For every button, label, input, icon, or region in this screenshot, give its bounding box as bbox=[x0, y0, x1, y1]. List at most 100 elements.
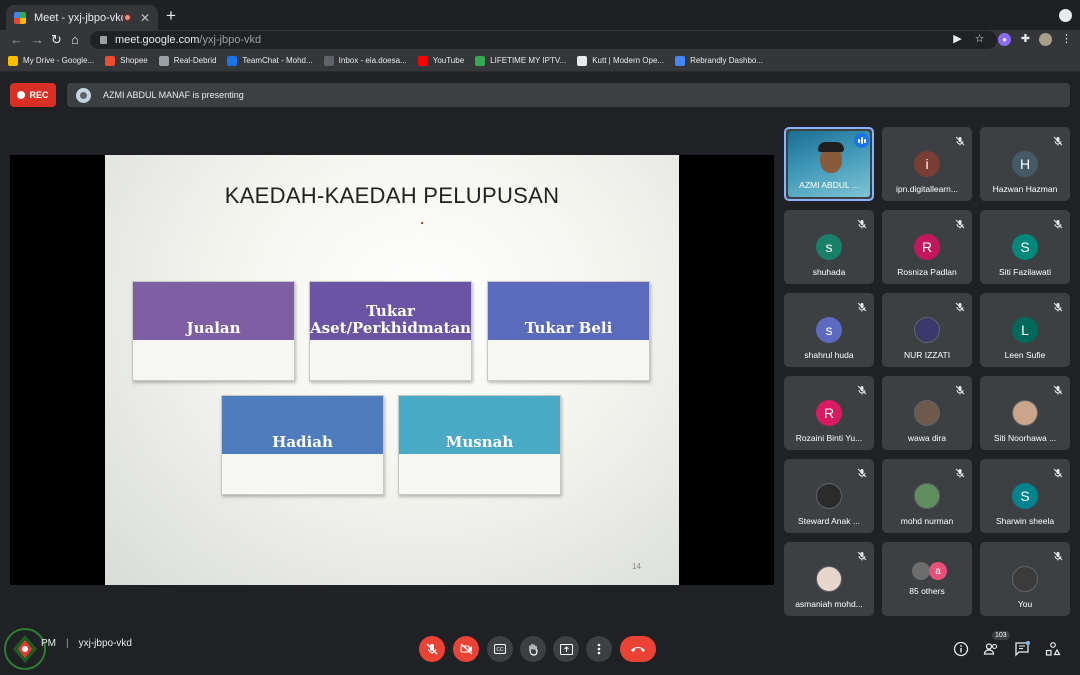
laser-pointer-dot bbox=[421, 222, 423, 224]
bookmark-favicon-icon bbox=[577, 55, 588, 66]
participant-name: Rosniza Padlan bbox=[897, 267, 957, 277]
participant-tile[interactable]: a 85 others bbox=[882, 542, 972, 616]
card-header: Tukar Aset/Perkhidmatan bbox=[310, 282, 471, 340]
rec-label: REC bbox=[29, 90, 49, 100]
separator: | bbox=[66, 638, 69, 649]
bookmark-favicon-icon bbox=[323, 55, 334, 66]
meeting-code: yxj-jbpo-vkd bbox=[78, 638, 132, 649]
participant-photo-avatar bbox=[914, 483, 940, 509]
bookmark-item[interactable]: LIFETIME MY IPTV... bbox=[475, 55, 566, 66]
participant-name: NUR IZZATI bbox=[903, 350, 951, 360]
leave-call-button[interactable] bbox=[620, 636, 656, 662]
participant-tile[interactable]: Steward Anak ... bbox=[784, 459, 874, 533]
extension-icon[interactable]: ● bbox=[998, 33, 1011, 46]
forward-icon[interactable]: → bbox=[31, 30, 44, 50]
presenting-banner: AZMI ABDUL MANAF is presenting bbox=[67, 83, 1070, 107]
activities-button[interactable] bbox=[1045, 641, 1061, 657]
bookmark-label: My Drive - Google... bbox=[23, 56, 95, 65]
microphone-toggle-button[interactable] bbox=[419, 636, 445, 662]
profile-avatar[interactable] bbox=[1039, 33, 1052, 46]
participant-tile[interactable]: L Leen Sufie bbox=[980, 293, 1070, 367]
participant-name: wawa dira bbox=[907, 433, 947, 443]
chat-button[interactable] bbox=[1014, 641, 1030, 657]
tab-search-icon[interactable] bbox=[1059, 9, 1072, 22]
closed-captions-icon: CC bbox=[494, 644, 506, 654]
muted-mic-icon bbox=[955, 216, 965, 229]
participant-photo-avatar bbox=[914, 317, 940, 343]
participant-name: Siti Fazilawati bbox=[999, 267, 1051, 277]
hand-icon bbox=[529, 643, 538, 656]
participant-tile[interactable]: S Siti Fazilawati bbox=[980, 210, 1070, 284]
participant-tile[interactable]: NUR IZZATI bbox=[882, 293, 972, 367]
captions-button[interactable]: CC bbox=[487, 636, 513, 662]
muted-mic-icon bbox=[955, 299, 965, 312]
address-bar[interactable]: meet.google.com/yxj-jbpo-vkd bbox=[90, 31, 997, 49]
bookmark-label: Shopee bbox=[120, 56, 148, 65]
more-options-button[interactable] bbox=[586, 636, 612, 662]
bookmark-item[interactable]: Rebrandly Dashbo... bbox=[675, 55, 763, 66]
present-screen-button[interactable] bbox=[553, 636, 579, 662]
camera-toggle-button[interactable] bbox=[453, 636, 479, 662]
participant-tile[interactable]: wawa dira bbox=[882, 376, 972, 450]
bookmark-item[interactable]: Real-Debrid bbox=[158, 55, 216, 66]
bookmark-item[interactable]: YouTube bbox=[417, 55, 465, 66]
bookmark-item[interactable]: My Drive - Google... bbox=[8, 55, 95, 66]
card-jualan: Jualan bbox=[132, 281, 295, 381]
url-host: meet.google.com bbox=[115, 34, 200, 46]
participant-tile[interactable]: mohd nurman bbox=[882, 459, 972, 533]
raise-hand-button[interactable] bbox=[520, 636, 546, 662]
participant-avatar: R bbox=[914, 234, 940, 260]
back-icon[interactable]: ← bbox=[10, 30, 23, 50]
participant-name: shuhada bbox=[812, 267, 846, 277]
participant-tile[interactable]: R Rozaini Binti Yu... bbox=[784, 376, 874, 450]
slide-title: KAEDAH-KAEDAH PELUPUSAN bbox=[224, 183, 560, 208]
participant-photo-avatar bbox=[816, 566, 842, 592]
participant-tile[interactable]: asmaniah mohd... bbox=[784, 542, 874, 616]
muted-mic-icon bbox=[955, 465, 965, 478]
participant-tile[interactable]: You bbox=[980, 542, 1070, 616]
bookmark-item[interactable]: Shopee bbox=[105, 55, 148, 66]
participant-tile[interactable]: R Rosniza Padlan bbox=[882, 210, 972, 284]
participant-tile[interactable]: S Sharwin sheela bbox=[980, 459, 1070, 533]
bookmark-item[interactable]: Inbox - eia.doesa... bbox=[323, 55, 407, 66]
presenter-avatar bbox=[76, 87, 91, 103]
people-button[interactable] bbox=[983, 641, 999, 657]
participant-tile[interactable]: AZMI ABDUL ... bbox=[784, 127, 874, 201]
participant-tile[interactable]: Siti Noorhawa ... bbox=[980, 376, 1070, 450]
muted-mic-icon bbox=[1053, 216, 1063, 229]
extensions-puzzle-icon[interactable]: ✚ bbox=[1019, 33, 1032, 46]
lock-icon bbox=[100, 36, 107, 44]
meeting-info: PM | yxj-jbpo-vkd bbox=[13, 638, 132, 649]
menu-kebab-icon[interactable]: ⋮ bbox=[1060, 33, 1073, 46]
bookmark-label: YouTube bbox=[432, 56, 465, 65]
close-tab-icon[interactable]: ✕ bbox=[140, 11, 150, 25]
participant-name: AZMI ABDUL ... bbox=[799, 180, 859, 190]
bookmark-star-icon[interactable]: ☆ bbox=[973, 33, 986, 46]
muted-mic-icon bbox=[1053, 133, 1063, 146]
recording-button[interactable]: REC bbox=[10, 83, 56, 107]
participant-tile[interactable]: s shahrul huda bbox=[784, 293, 874, 367]
bookmark-item[interactable]: TeamChat - Mohd... bbox=[227, 55, 313, 66]
reload-icon[interactable]: ↻ bbox=[51, 30, 62, 50]
participant-avatar: R bbox=[816, 400, 842, 426]
participant-avatar: i bbox=[914, 151, 940, 177]
bookmarks-bar: My Drive - Google... Shopee Real-Debrid Tea… bbox=[0, 50, 1080, 72]
muted-mic-icon bbox=[1053, 548, 1063, 561]
participant-tile[interactable]: s shuhada bbox=[784, 210, 874, 284]
new-tab-button[interactable]: + bbox=[166, 7, 176, 24]
muted-mic-icon bbox=[857, 299, 867, 312]
bookmark-favicon-icon bbox=[158, 55, 169, 66]
participant-tile[interactable]: i ipn.digitallearn... bbox=[882, 127, 972, 201]
camera-in-use-icon[interactable]: ▶ bbox=[951, 33, 964, 46]
bookmark-label: Inbox - eia.doesa... bbox=[338, 56, 407, 65]
browser-tab[interactable]: Meet - yxj-jbpo-vkd ✕ bbox=[6, 5, 158, 30]
bookmark-favicon-icon bbox=[105, 55, 116, 66]
participant-avatar: H bbox=[1012, 151, 1038, 177]
participant-avatar: S bbox=[1012, 234, 1038, 260]
meeting-details-button[interactable] bbox=[953, 641, 969, 657]
home-icon[interactable]: ⌂ bbox=[71, 30, 79, 50]
participant-name: Steward Anak ... bbox=[798, 516, 860, 526]
participant-tile[interactable]: H Hazwan Hazman bbox=[980, 127, 1070, 201]
bookmark-item[interactable]: Kutt | Modern Ope... bbox=[577, 55, 664, 66]
muted-mic-icon bbox=[857, 548, 867, 561]
